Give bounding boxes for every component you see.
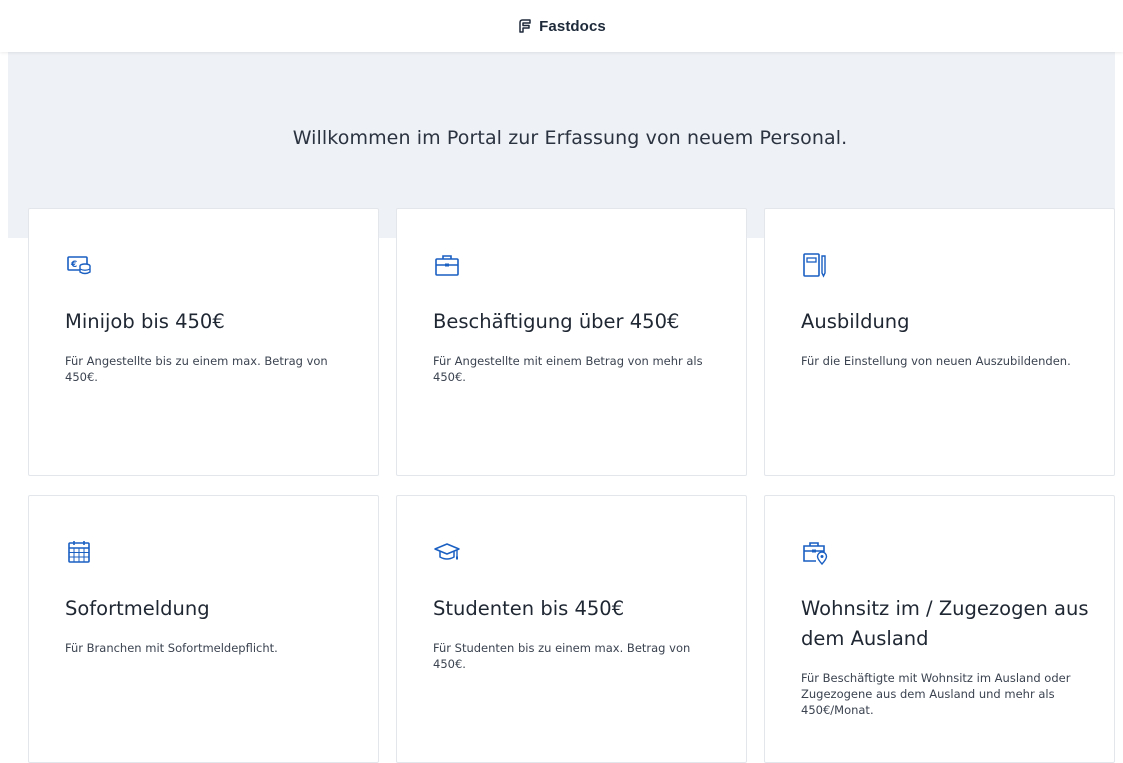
card-description: Für Studenten bis zu einem max. Betrag v… <box>433 641 691 671</box>
graduation-cap-icon <box>434 539 460 565</box>
card-minijob[interactable]: € Minijob bis 450€ Für Angestellte bis z… <box>28 208 379 476</box>
card-beschaeftigung[interactable]: Beschäftigung über 450€ Für Angestellte … <box>396 208 747 476</box>
notebook-pen-icon <box>802 252 828 278</box>
card-description: Für Angestellte bis zu einem max. Betrag… <box>65 354 328 384</box>
card-studenten[interactable]: Studenten bis 450€ Für Studenten bis zu … <box>396 495 747 763</box>
card-description: Für Beschäftigte mit Wohnsitz im Ausland… <box>801 671 1071 717</box>
card-ausbildung[interactable]: Ausbildung Für die Einstellung von neuen… <box>764 208 1115 476</box>
card-description: Für Angestellte mit einem Betrag von meh… <box>433 354 703 384</box>
calendar-icon <box>66 539 92 565</box>
card-description: Für die Einstellung von neuen Auszubilde… <box>801 354 1071 368</box>
card-title: Sofortmeldung <box>65 597 210 620</box>
card-title: Minijob bis 450€ <box>65 310 225 333</box>
brand-logo[interactable]: Fastdocs <box>517 18 606 35</box>
briefcase-icon <box>434 252 460 278</box>
fastdocs-logo-icon <box>517 18 533 34</box>
briefcase-location-icon <box>802 539 828 565</box>
brand-name: Fastdocs <box>539 17 606 35</box>
top-bar: Fastdocs <box>0 0 1123 52</box>
card-title: Studenten bis 450€ <box>433 597 625 620</box>
card-title: Beschäftigung über 450€ <box>433 310 680 333</box>
euro-coins-icon: € <box>66 252 92 278</box>
svg-text:€: € <box>70 260 77 270</box>
card-title: Wohnsitz im / Zugezogen aus dem Ausland <box>801 597 1089 650</box>
card-ausland[interactable]: Wohnsitz im / Zugezogen aus dem Ausland … <box>764 495 1115 763</box>
welcome-heading: Willkommen im Portal zur Erfassung von n… <box>292 127 848 149</box>
card-sofortmeldung[interactable]: Sofortmeldung Für Branchen mit Sofortmel… <box>28 495 379 763</box>
card-title: Ausbildung <box>801 310 910 333</box>
card-description: Für Branchen mit Sofortmeldepflicht. <box>65 641 278 655</box>
